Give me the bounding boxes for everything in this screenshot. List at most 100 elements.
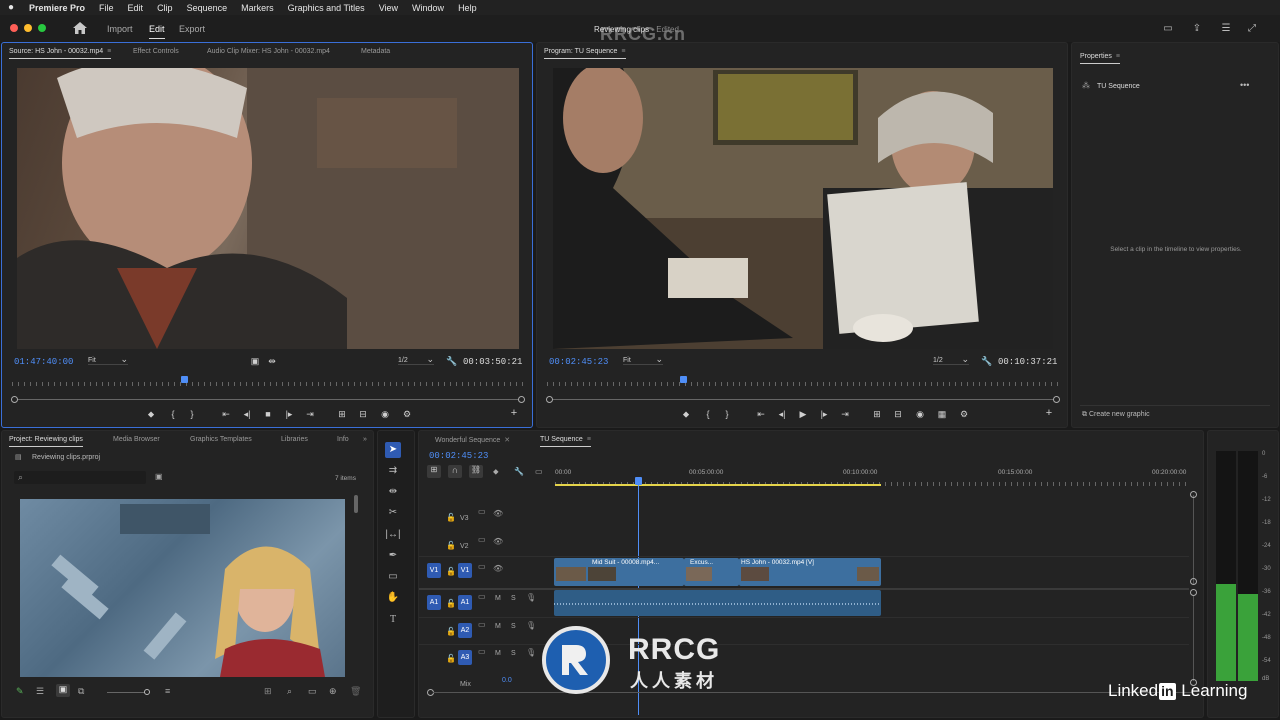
insert-icon[interactable]: ⊞ (335, 409, 349, 419)
home-icon[interactable] (73, 22, 87, 34)
tab-tu-sequence[interactable]: TU Sequence ≡ (540, 436, 591, 447)
overwrite-icon[interactable]: ⊟ (356, 409, 370, 419)
scroll-handle[interactable] (1190, 491, 1197, 498)
menu-sequence[interactable]: Sequence (180, 3, 235, 13)
automate-to-sequence-icon[interactable]: ⊞ (264, 686, 272, 697)
program-video-frame[interactable] (553, 68, 1053, 349)
lock-icon[interactable]: 🔓 (446, 541, 456, 550)
add-marker-icon[interactable]: ⬥ (144, 409, 158, 419)
tab-project[interactable]: Project: Reviewing clips (9, 436, 83, 447)
menu-file[interactable]: File (92, 3, 121, 13)
mark-out-icon[interactable]: } (720, 409, 734, 419)
source-time-ruler[interactable] (12, 376, 524, 386)
go-to-out-icon[interactable]: ⇥ (303, 409, 317, 419)
add-button-icon[interactable]: + (1042, 408, 1056, 419)
workspaces-menu-icon[interactable]: ☰ (1220, 23, 1232, 34)
minimize-window-button[interactable] (24, 24, 32, 32)
new-item-icon[interactable]: ⊕ (329, 686, 337, 697)
video-track-scrollbar[interactable] (1193, 495, 1194, 585)
program-playhead[interactable] (680, 376, 688, 383)
project-clip-thumbnail[interactable] (20, 499, 345, 677)
slip-tool-icon[interactable]: |↔| (385, 527, 401, 543)
program-time-ruler[interactable] (547, 376, 1059, 386)
step-back-icon[interactable]: ◂| (240, 409, 254, 419)
tab-wonderful-sequence[interactable]: Wonderful Sequence ✕ (435, 436, 510, 444)
go-to-in-icon[interactable]: ⇤ (754, 409, 768, 419)
source-patch-a1[interactable]: A1 (427, 595, 441, 610)
new-bin-icon[interactable]: ▭ (308, 686, 317, 697)
add-button-icon[interactable]: + (507, 408, 521, 419)
menu-app-name[interactable]: Premiere Pro (22, 3, 92, 13)
tab-metadata[interactable]: Metadata (361, 48, 390, 55)
lock-icon[interactable]: 🔓 (446, 513, 456, 522)
close-window-button[interactable] (10, 24, 18, 32)
snap-icon[interactable]: ∩ (448, 465, 462, 478)
timeline-playhead-handle[interactable] (635, 477, 642, 485)
source-video-frame[interactable] (17, 68, 519, 349)
mark-in-icon[interactable]: { (166, 409, 180, 419)
audio-track-scrollbar[interactable] (1193, 596, 1194, 681)
fullscreen-icon[interactable]: ⤢ (1246, 23, 1258, 34)
eye-icon[interactable]: 👁 (493, 537, 503, 546)
scroll-handle[interactable] (1190, 589, 1197, 596)
captions-icon[interactable]: ▭ (535, 467, 543, 476)
apple-icon[interactable]: ● (0, 2, 22, 13)
step-back-icon[interactable]: ◂| (775, 409, 789, 419)
mute-button[interactable]: M (495, 595, 501, 602)
track-target-a2[interactable]: A2 (458, 623, 472, 638)
tab-audio-clip-mixer[interactable]: Audio Clip Mixer: HS John - 00032.mp4 (207, 48, 330, 55)
razor-tool-icon[interactable]: ✂ (385, 505, 401, 521)
writable-pencil-icon[interactable]: ✎ (16, 686, 24, 697)
project-search-box[interactable]: ⌕ (14, 471, 146, 484)
workspace-export[interactable]: Export (179, 24, 205, 34)
play-icon[interactable]: ▶ (796, 409, 810, 419)
solo-button[interactable]: S (511, 650, 516, 657)
eye-icon[interactable]: 👁 (493, 509, 503, 518)
mute-button[interactable]: M (495, 623, 501, 630)
toggle-sync-lock-icon[interactable]: ▭ (478, 647, 486, 656)
lift-icon[interactable]: ⊞ (870, 409, 884, 419)
timeline-timecode[interactable]: 00:02:45:23 (429, 451, 488, 461)
tab-libraries[interactable]: Libraries (281, 436, 308, 443)
tab-properties[interactable]: Properties ≡ (1080, 53, 1120, 64)
button-editor-icon[interactable]: ⚙ (400, 409, 414, 419)
toggle-sync-lock-icon[interactable]: ▭ (478, 592, 486, 601)
menu-view[interactable]: View (372, 3, 405, 13)
new-bin-from-search-icon[interactable]: ▣ (155, 472, 163, 481)
source-playhead[interactable] (180, 376, 188, 383)
linked-selection-icon[interactable]: ⛓ (469, 465, 483, 478)
solo-button[interactable]: S (511, 595, 516, 602)
voice-over-record-icon[interactable]: 🎙 (526, 621, 536, 630)
voice-over-record-icon[interactable]: 🎙 (526, 593, 536, 602)
selection-tool-icon[interactable]: ➤ (385, 442, 401, 458)
share-icon[interactable]: ⇪ (1191, 23, 1203, 34)
lock-icon[interactable]: 🔓 (446, 599, 456, 608)
menu-clip[interactable]: Clip (150, 3, 180, 13)
program-timecode[interactable]: 00:02:45:23 (549, 357, 608, 367)
timeline-settings-icon[interactable]: 🔧 (514, 467, 524, 476)
thumbnail-size-slider[interactable] (107, 689, 150, 695)
source-patch-v1[interactable]: V1 (427, 563, 441, 578)
scroll-handle[interactable] (1190, 578, 1197, 585)
comparison-view-icon[interactable]: ▦ (935, 409, 949, 419)
drag-video-icon[interactable]: ⇹ (265, 356, 279, 366)
menu-markers[interactable]: Markers (234, 3, 281, 13)
voice-over-record-icon[interactable]: 🎙 (526, 648, 536, 657)
lock-icon[interactable]: 🔓 (446, 567, 456, 576)
create-graphic-button[interactable]: ⧉ Create new graphic (1082, 411, 1150, 419)
quick-actions-icon[interactable]: ▭ (1162, 23, 1174, 34)
solo-button[interactable]: S (511, 623, 516, 630)
menu-edit[interactable]: Edit (121, 3, 151, 13)
track-target-a3[interactable]: A3 (458, 650, 472, 665)
menu-graphics-and-titles[interactable]: Graphics and Titles (281, 3, 372, 13)
program-fit-dropdown[interactable]: Fit (623, 354, 663, 365)
menu-window[interactable]: Window (405, 3, 451, 13)
mute-button[interactable]: M (495, 650, 501, 657)
menu-help[interactable]: Help (451, 3, 484, 13)
workspace-import[interactable]: Import (107, 24, 133, 34)
track-target-a1[interactable]: A1 (458, 595, 472, 610)
stop-icon[interactable]: ■ (261, 409, 275, 419)
tab-info[interactable]: Info (337, 436, 349, 443)
timeline-audio-clip[interactable] (554, 590, 881, 616)
timeline-video-clip[interactable]: Excus... (684, 558, 739, 586)
